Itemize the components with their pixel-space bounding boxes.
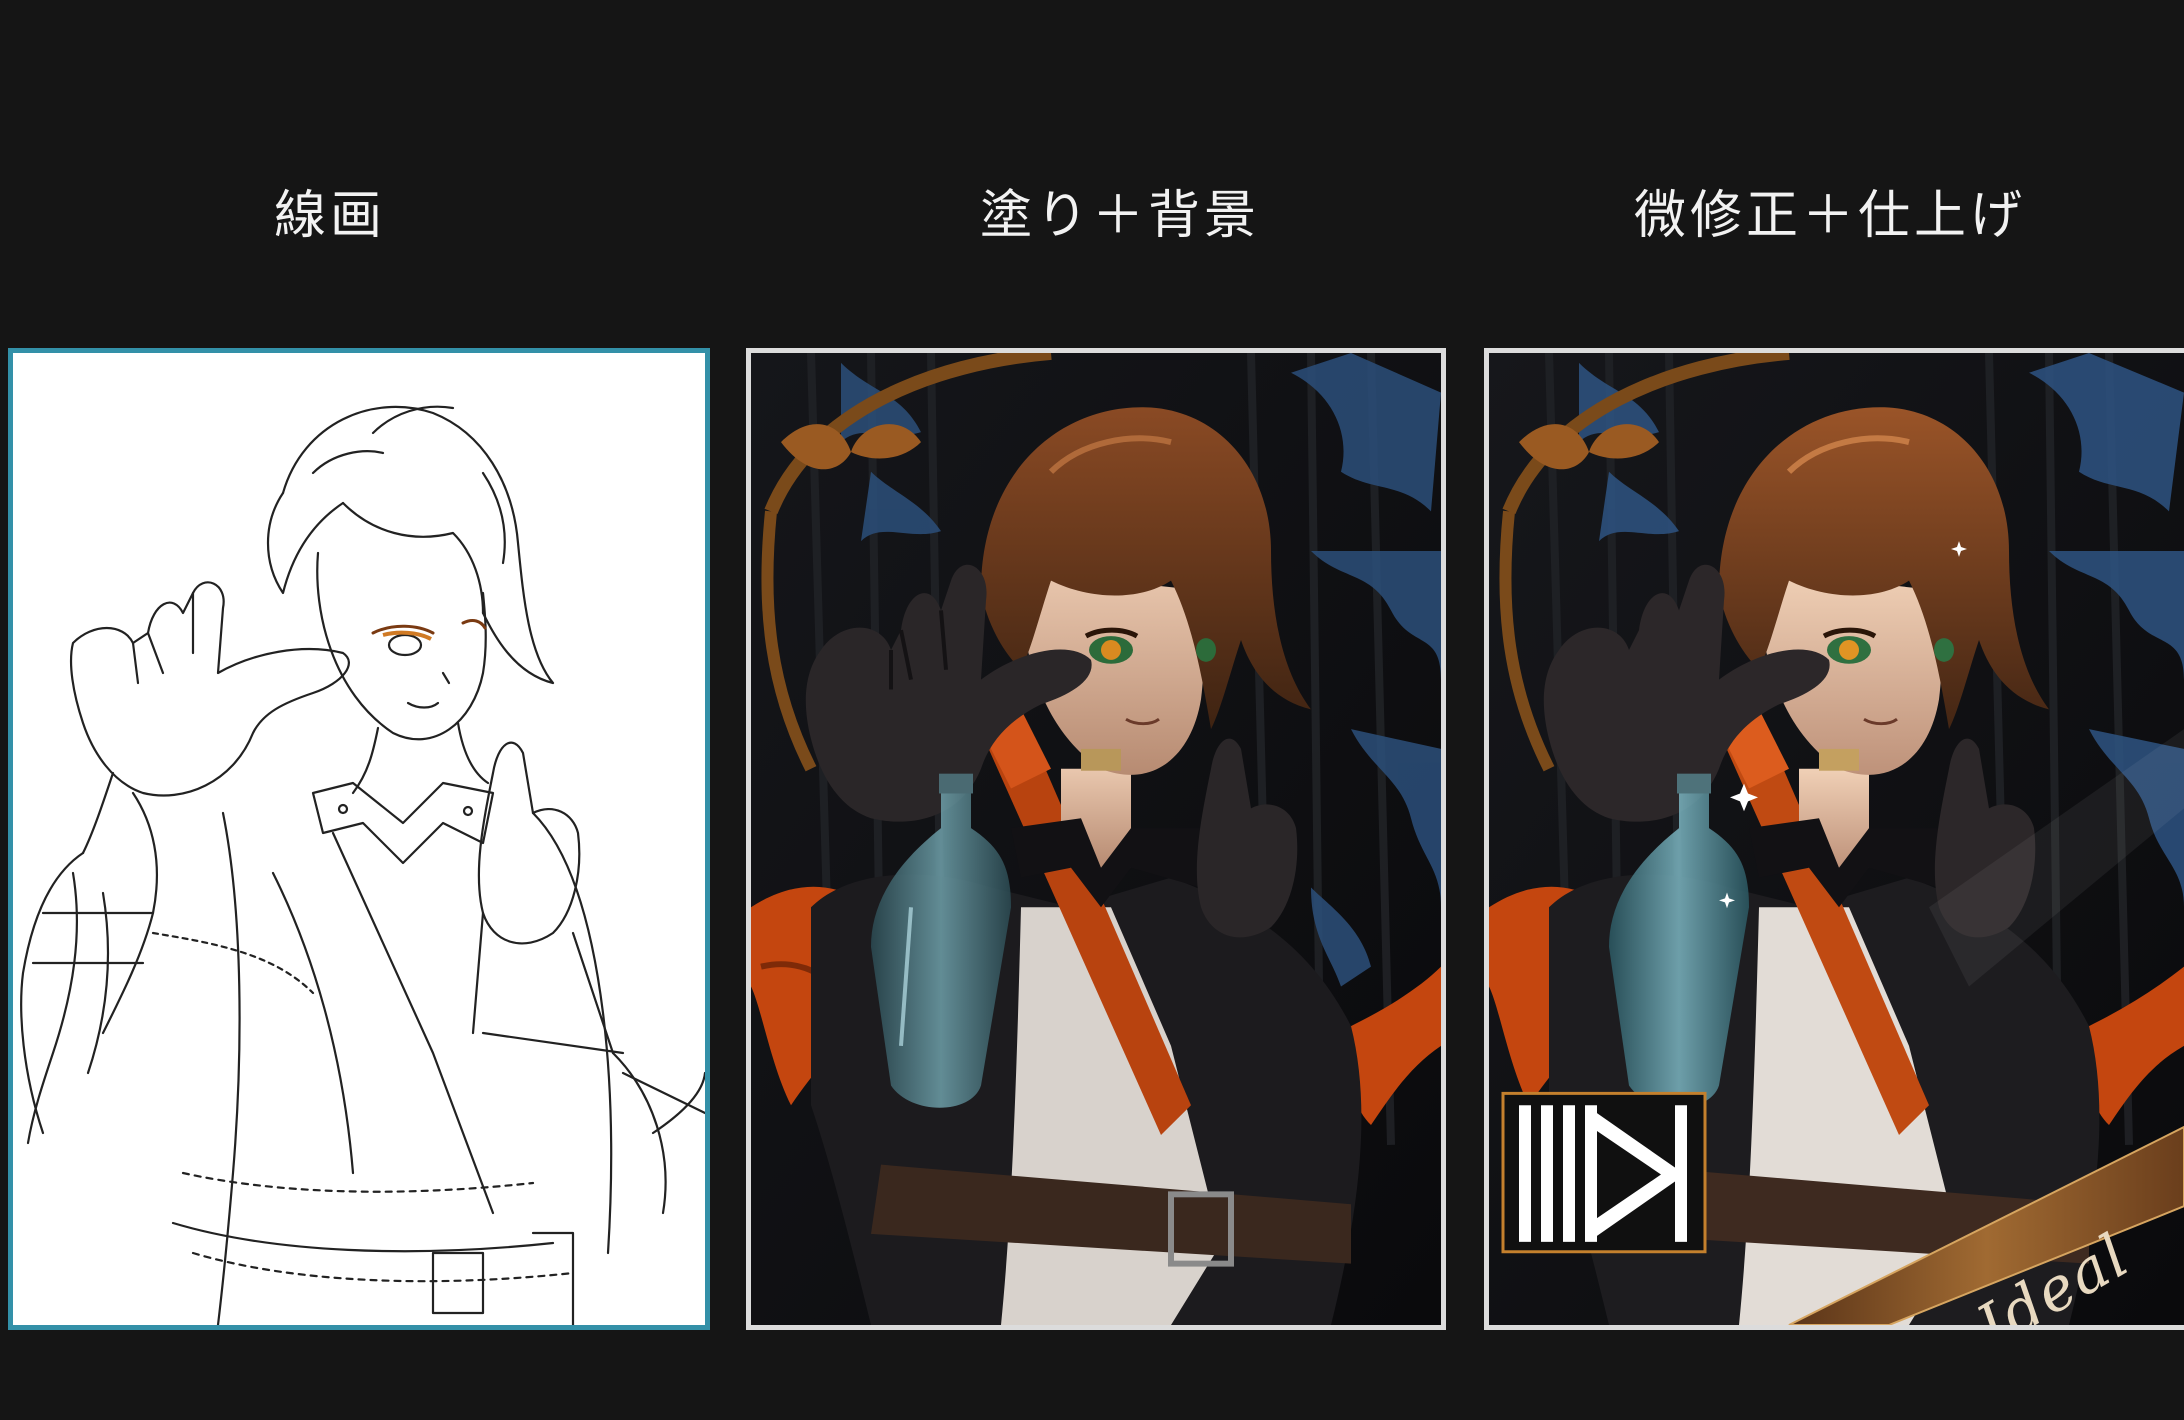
final-panel[interactable]: Ideal	[1484, 348, 2184, 1330]
caption-line-art: 線画	[273, 186, 386, 246]
line-art-illustration	[20, 405, 705, 1325]
caption-coloring-background: 塗り＋背景	[979, 186, 1260, 246]
colored-illustration	[751, 353, 1441, 1325]
process-showcase: 線画 塗り＋背景 微修正＋仕上げ Ideal	[0, 0, 2184, 1420]
caption-touch-up-finish: 微修正＋仕上げ	[1633, 186, 2026, 246]
logo-icon	[1501, 1091, 1707, 1254]
line-art-panel[interactable]	[8, 348, 710, 1330]
coloring-panel[interactable]	[746, 348, 1446, 1330]
final-illustration	[1489, 353, 2184, 1325]
